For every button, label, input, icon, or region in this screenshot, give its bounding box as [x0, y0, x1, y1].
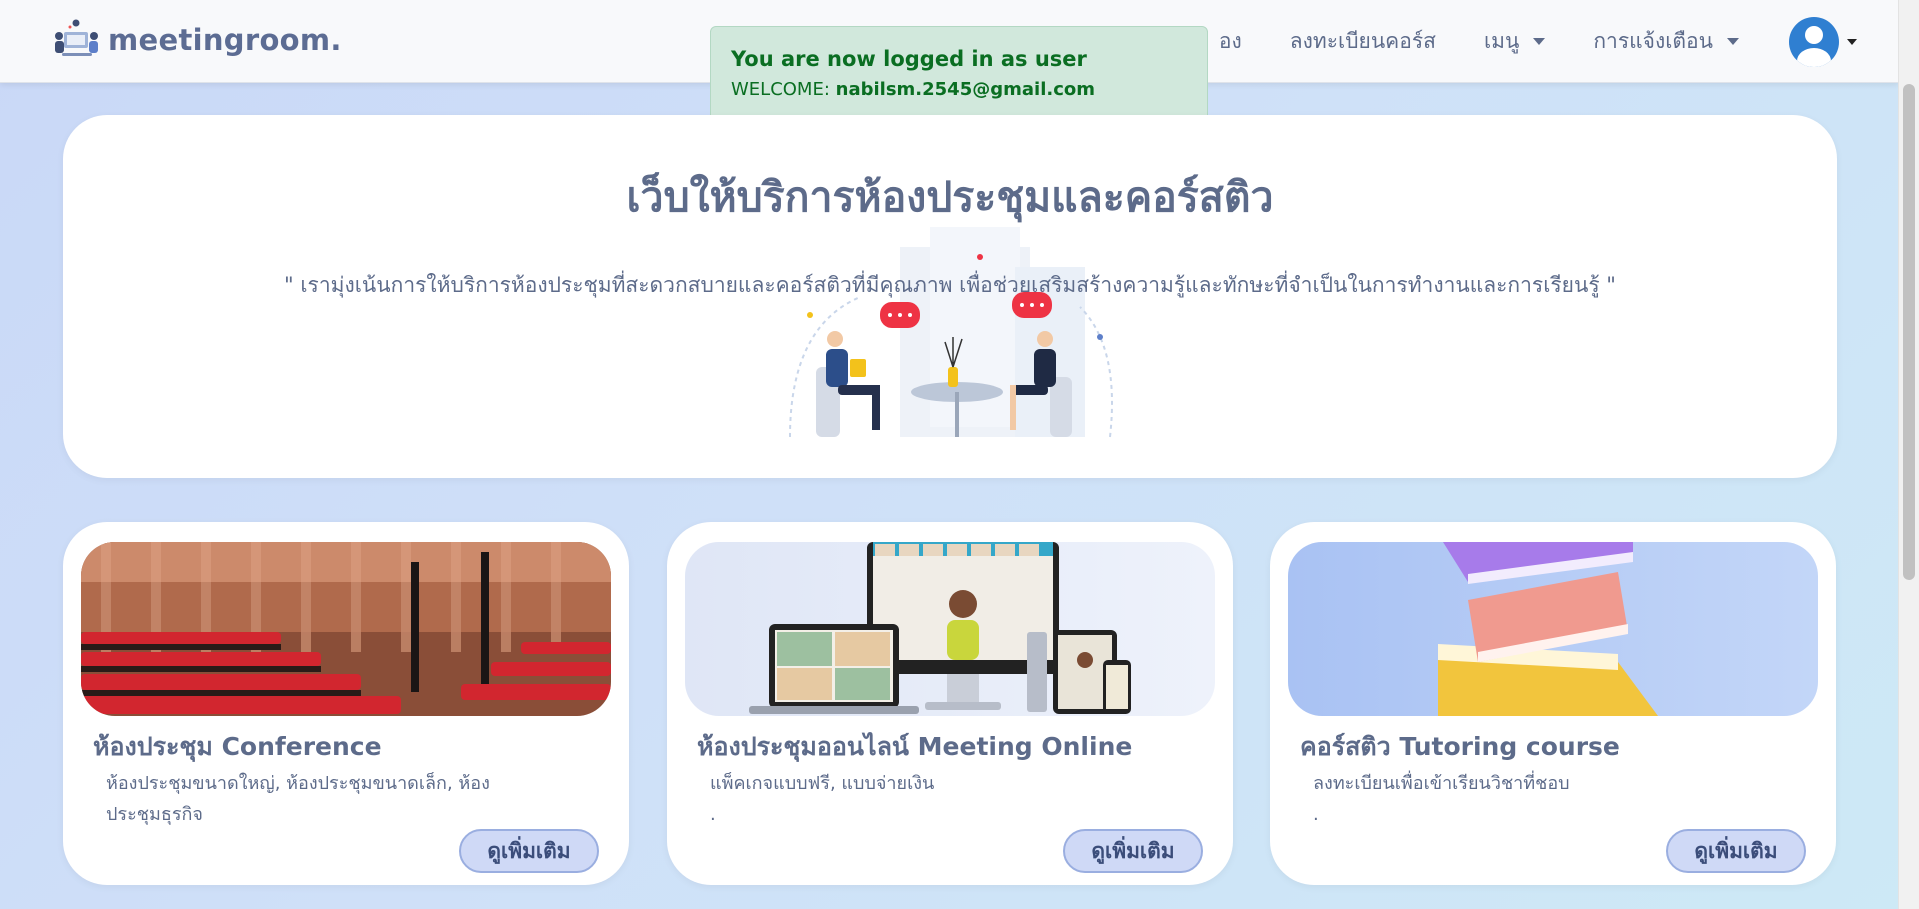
scrollbar-thumb[interactable]: [1903, 84, 1915, 580]
nav-item-register-course[interactable]: ลงทะเบียนคอร์ส: [1290, 25, 1436, 58]
page-scrollbar[interactable]: [1898, 0, 1919, 909]
books-image: [1288, 542, 1818, 716]
nav-item-label: เมนู: [1483, 28, 1520, 53]
see-more-button[interactable]: ดูเพิ่มเติม: [1666, 829, 1806, 873]
chevron-down-icon: [1727, 37, 1739, 45]
brand-logo[interactable]: meetingroom.: [50, 18, 342, 62]
card-description: แพ็คเกจแบบฟรี, แบบจ่ายเงิน .: [710, 768, 1130, 830]
chevron-down-icon: [1847, 39, 1857, 45]
nav-item-room[interactable]: อง: [1219, 25, 1242, 58]
toast-title: You are now logged in as user: [731, 47, 1087, 71]
nav-menu: อง ลงทะเบียนคอร์ส เมนู การแจ้งเตือน: [1219, 0, 1739, 82]
brand-name: meetingroom.: [108, 23, 342, 57]
card-meeting-online: ห้องประชุมออนไลน์ Meeting Online แพ็คเกจ…: [667, 522, 1233, 885]
conference-hall-image: [81, 542, 611, 716]
see-more-button[interactable]: ดูเพิ่มเติม: [1063, 829, 1203, 873]
card-conference: ห้องประชุม Conference ห้องประชุมขนาดใหญ่…: [63, 522, 629, 885]
card-description-line: .: [710, 804, 716, 825]
toast-email: nabilsm.2545@gmail.com: [835, 79, 1095, 100]
nav-item-label: ลงทะเบียนคอร์ส: [1289, 28, 1436, 53]
see-more-button[interactable]: ดูเพิ่มเติม: [459, 829, 599, 873]
card-title: ห้องประชุม Conference: [93, 732, 382, 761]
toast-welcome: WELCOME: nabilsm.2545@gmail.com: [731, 79, 1207, 100]
card-description-line: แพ็คเกจแบบฟรี, แบบจ่ายเงิน: [710, 773, 935, 794]
card-tutoring: คอร์สติว Tutoring course ลงทะเบียนเพื่อเ…: [1270, 522, 1836, 885]
nav-item-label: อง: [1218, 28, 1242, 53]
user-circle-icon: [1789, 17, 1839, 67]
nav-item-notifications[interactable]: การแจ้งเตือน: [1593, 25, 1739, 58]
card-title: ห้องประชุมออนไลน์ Meeting Online: [697, 732, 1133, 761]
page-title: เว็บให้บริการห้องประชุมและคอร์สติว: [626, 173, 1274, 221]
hero-panel: เว็บให้บริการห้องประชุมและคอร์สติว " เรา…: [63, 115, 1837, 478]
chevron-down-icon: [1533, 37, 1546, 45]
nav-item-menu[interactable]: เมนู: [1483, 25, 1546, 58]
meeting-logo-icon: [55, 19, 98, 56]
card-description: ห้องประชุมขนาดใหญ่, ห้องประชุมขนาดเล็ก, …: [106, 773, 490, 825]
hero-quote: " เรามุ่งเน้นการให้บริการห้องประชุมที่สะ…: [284, 273, 1616, 297]
online-meeting-image: [685, 542, 1215, 716]
user-menu[interactable]: [1789, 17, 1857, 67]
card-title: คอร์สติว Tutoring course: [1300, 732, 1620, 761]
toast-welcome-label: WELCOME:: [731, 79, 830, 100]
meeting-illustration: [789, 227, 1113, 438]
login-toast: You are now logged in as user WELCOME: n…: [710, 26, 1208, 128]
nav-item-label: การแจ้งเตือน: [1593, 28, 1713, 53]
card-description-line: .: [1313, 804, 1319, 825]
card-description: ลงทะเบียนเพื่อเข้าเรียนวิชาที่ชอบ .: [1313, 768, 1733, 830]
card-description-line: ลงทะเบียนเพื่อเข้าเรียนวิชาที่ชอบ: [1313, 773, 1570, 794]
